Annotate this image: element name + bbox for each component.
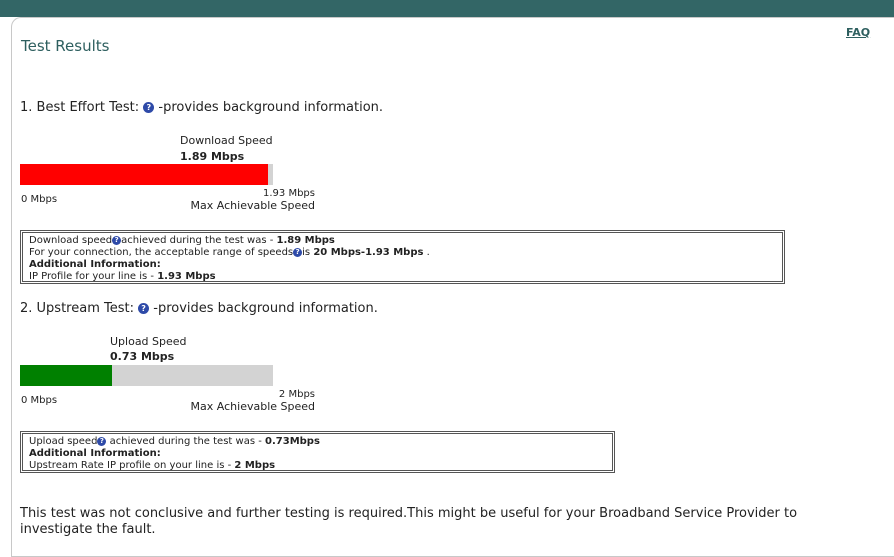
download-speed-bar (20, 164, 273, 185)
upload-info-box: Upload speed? achieved during the test w… (20, 431, 615, 473)
download-speed-text: Download speed (29, 235, 113, 246)
download-info-line-4: IP Profile for your line is - 1.93 Mbps (29, 271, 776, 283)
download-speed-bar-fill (20, 164, 268, 185)
best-effort-heading: 1. Best Effort Test: ? -provides backgro… (20, 100, 383, 115)
help-icon[interactable]: ? (143, 102, 155, 113)
ip-profile-text: IP Profile for your line is - (29, 271, 158, 282)
upload-min-speed: 0 Mbps (21, 395, 58, 406)
additional-info-label: Additional Information: (29, 448, 161, 459)
download-max-speed: 1.93 Mbps (263, 188, 315, 199)
download-speed-label: Download Speed (180, 134, 273, 147)
upload-additional-info-label: Additional Information: (29, 448, 606, 460)
upload-speed-bar (20, 365, 273, 386)
acceptable-range-value: 20 Mbps-1.93 Mbps (313, 247, 424, 258)
upload-achieved-text: achieved during the test was - (106, 436, 266, 447)
download-achieved-value: 1.89 Mbps (276, 235, 335, 246)
upload-info-line-3: Upstream Rate IP profile on your line is… (29, 460, 606, 472)
help-icon[interactable]: ? (293, 248, 303, 257)
conclusion-message: This test was not conclusive and further… (20, 506, 798, 537)
help-icon[interactable]: ? (138, 303, 150, 314)
download-speed-value: 1.89 Mbps (180, 150, 245, 163)
download-info-box: Download speed? achieved during the test … (20, 230, 785, 284)
best-effort-heading-suffix: -provides background information. (158, 100, 384, 115)
upload-info-line-1: Upload speed? achieved during the test w… (29, 436, 606, 448)
download-info-line-1: Download speed? achieved during the test … (29, 235, 776, 247)
top-header-bar (0, 0, 894, 17)
page-title: Test Results (21, 37, 110, 55)
upload-achieved-value: 0.73Mbps (265, 436, 320, 447)
acceptable-range-is: is (302, 247, 314, 258)
upstream-heading: 2. Upstream Test: ? -provides background… (20, 301, 378, 316)
download-additional-info-label: Additional Information: (29, 259, 776, 271)
upload-max-caption: Max Achievable Speed (190, 400, 315, 413)
download-max-caption: Max Achievable Speed (190, 199, 315, 212)
best-effort-heading-prefix: 1. Best Effort Test: (20, 100, 140, 115)
download-min-speed: 0 Mbps (21, 194, 58, 205)
download-achieved-text: achieved during the test was - (121, 235, 277, 246)
upstream-heading-suffix: -provides background information. (153, 301, 378, 316)
faq-link[interactable]: FAQ (846, 26, 870, 39)
download-info-content: Download speed? achieved during the test … (22, 232, 783, 282)
acceptable-range-text: For your connection, the acceptable rang… (29, 247, 294, 258)
upload-info-content: Upload speed? achieved during the test w… (22, 433, 613, 471)
upload-speed-label: Upload Speed (110, 335, 187, 348)
download-info-line-2: For your connection, the acceptable rang… (29, 247, 776, 259)
acceptable-range-suffix: . (423, 247, 430, 258)
upstream-profile-value: 2 Mbps (234, 460, 276, 471)
upload-speed-value: 0.73 Mbps (110, 350, 175, 363)
help-icon[interactable]: ? (112, 236, 122, 245)
upload-speed-text: Upload speed (29, 436, 98, 447)
upstream-heading-prefix: 2. Upstream Test: (20, 301, 134, 316)
results-panel (11, 17, 894, 557)
upstream-profile-text: Upstream Rate IP profile on your line is… (29, 460, 235, 471)
additional-info-label: Additional Information: (29, 259, 161, 270)
ip-profile-value: 1.93 Mbps (157, 271, 216, 282)
upload-max-speed: 2 Mbps (278, 389, 315, 400)
upload-speed-bar-fill (20, 365, 113, 386)
